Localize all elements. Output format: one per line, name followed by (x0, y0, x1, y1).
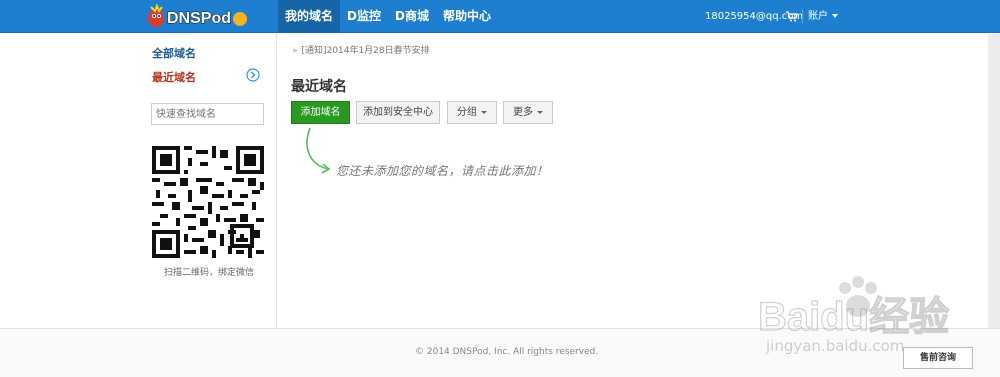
chevron-down-icon (832, 14, 838, 18)
add-domain-button[interactable]: 添加域名 (291, 101, 350, 124)
top-nav-bar: DNSPod 我的域名 D监控 D商城 帮助中心 18025954@qq.com… (0, 0, 1000, 33)
qr-caption: 扫描二维码，绑定微信 (164, 268, 255, 278)
more-label: 更多 (513, 107, 533, 118)
wechat-qr-code (152, 146, 264, 258)
nav-store[interactable]: D商城 (388, 0, 436, 33)
account-label: 账户 (808, 11, 828, 22)
chevron-down-icon (537, 110, 543, 114)
watermark-brand: Baidu经验 (758, 295, 949, 339)
more-dropdown[interactable]: 更多 (503, 101, 553, 124)
watermark-url: jingyan.baidu.com (766, 337, 905, 355)
main-nav: 我的域名 D监控 D商城 帮助中心 (278, 0, 498, 33)
arrow-right-circle-icon[interactable] (246, 68, 260, 82)
logo-text: DNSPod (167, 10, 231, 27)
nav-my-domains[interactable]: 我的域名 (278, 0, 341, 33)
cart-icon[interactable] (786, 11, 798, 22)
domain-search-input[interactable] (151, 103, 264, 125)
notice-text: [通知]2014年1月28日春节安排 (301, 46, 430, 56)
sidebar: 全部域名 最近域名 扫描二维码，绑定 (0, 34, 277, 328)
nav-monitor[interactable]: D监控 (340, 0, 388, 33)
copyright: © 2014 DNSPod, Inc. All rights reserved. (415, 347, 599, 357)
top-divider (802, 9, 803, 24)
curved-arrow-icon (306, 127, 331, 174)
sidebar-item-recent-domains[interactable]: 最近域名 (152, 69, 196, 85)
group-dropdown[interactable]: 分组 (447, 101, 497, 124)
nav-help-center[interactable]: 帮助中心 (436, 0, 498, 33)
empty-hint: 您还未添加您的域名，请点击此添加！ (336, 164, 549, 178)
presale-consult-button[interactable]: 售前咨询 (903, 347, 973, 369)
double-chevron-right-icon: » (292, 46, 298, 56)
group-label: 分组 (457, 107, 477, 118)
page-title: 最近域名 (291, 79, 347, 95)
add-to-security-button[interactable]: 添加到安全中心 (356, 101, 440, 124)
sidebar-item-all-domains[interactable]: 全部域名 (152, 45, 196, 61)
notice-link[interactable]: » [通知]2014年1月28日春节安排 (292, 43, 430, 56)
chevron-down-icon (481, 110, 487, 114)
account-menu[interactable]: 账户 (808, 0, 838, 33)
dnspod-logo[interactable]: DNSPod (147, 3, 251, 30)
